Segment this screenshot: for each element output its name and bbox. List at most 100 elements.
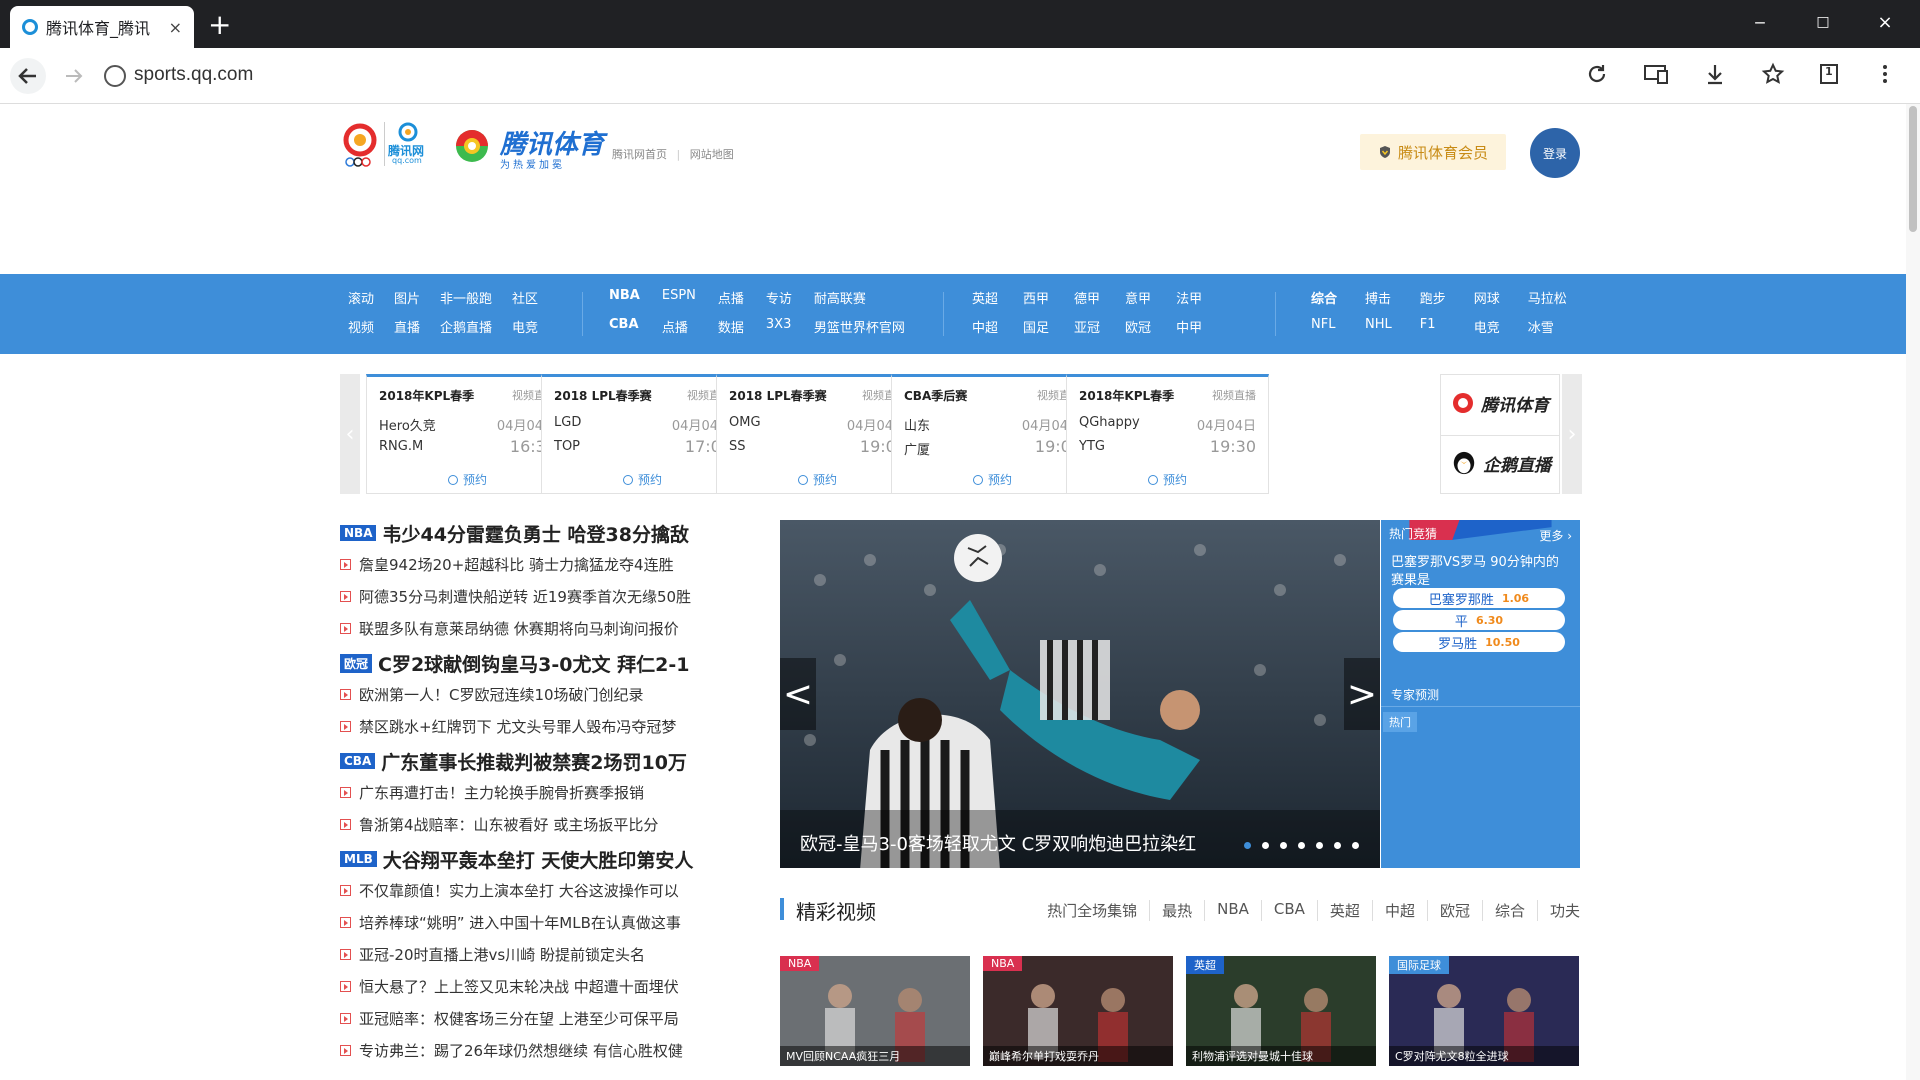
minimize-button[interactable]: ‒: [1745, 12, 1775, 33]
video-thumbnail[interactable]: 国际足球 C罗对阵尤文8粒全进球: [1389, 956, 1579, 1066]
video-tab[interactable]: 欧冠: [1428, 900, 1483, 921]
focus-prev-button[interactable]: <: [780, 658, 816, 730]
nav-link[interactable]: 点播: [718, 288, 744, 307]
carousel-dot[interactable]: [1316, 842, 1323, 849]
news-link[interactable]: 阿德35分马刺遭快船逆转 近19赛季首次无缘50胜: [340, 580, 720, 612]
reserve-button[interactable]: 预约: [367, 471, 568, 488]
carousel-dot[interactable]: [1298, 842, 1305, 849]
news-link[interactable]: 专访弗兰：踢了26年球仍然想继续 有信心胜权健: [340, 1034, 720, 1066]
schedule-next-button[interactable]: ›: [1562, 374, 1582, 494]
carousel-dot[interactable]: [1334, 842, 1341, 849]
match-card[interactable]: 2018年KPL春季 视频直播 QGhappy YTG 04月04日 19:30…: [1066, 374, 1269, 494]
expert-prediction-link[interactable]: 专家预测: [1391, 686, 1439, 703]
nav-link[interactable]: 英超: [972, 288, 998, 307]
forward-button[interactable]: [56, 58, 92, 94]
nav-link[interactable]: F1: [1420, 317, 1446, 336]
news-link[interactable]: 广东再遭打击！主力轮换手腕骨折赛季报销: [340, 776, 720, 808]
close-window-button[interactable]: ×: [1870, 12, 1900, 33]
hot-tab[interactable]: 热门: [1383, 712, 1417, 732]
carousel-dot[interactable]: [1280, 842, 1287, 849]
reserve-button[interactable]: 预约: [542, 471, 743, 488]
bet-option[interactable]: 平 6.30: [1393, 610, 1565, 630]
reserve-button[interactable]: 预约: [717, 471, 918, 488]
carousel-dot[interactable]: [1352, 842, 1359, 849]
penguin-live-link[interactable]: 企鹅直播: [1451, 443, 1551, 483]
nav-link[interactable]: 跑步: [1420, 288, 1446, 307]
reserve-button[interactable]: 预约: [892, 471, 1093, 488]
news-link[interactable]: 禁区跳水+红牌罚下 尤文头号罪人毁布冯夺冠梦: [340, 710, 720, 742]
nav-link[interactable]: 社区: [512, 288, 538, 307]
nav-link[interactable]: 德甲: [1074, 288, 1100, 307]
nav-link[interactable]: 滚动: [348, 288, 374, 307]
tab-count-icon[interactable]: 1: [1814, 62, 1844, 92]
nav-link[interactable]: 点播: [662, 317, 696, 336]
nav-link[interactable]: 电竞: [1474, 317, 1500, 336]
nav-link[interactable]: 企鹅直播: [440, 317, 492, 336]
link-sitemap[interactable]: 网站地图: [690, 148, 734, 161]
video-thumbnail[interactable]: 英超 利物浦评选对曼城十佳球: [1186, 956, 1376, 1066]
browser-tab[interactable]: 腾讯体育_腾讯 ×: [10, 6, 194, 48]
qq-logo[interactable]: 腾讯网 qq.com: [340, 122, 426, 167]
nav-link[interactable]: CBA: [609, 317, 640, 336]
tencent-sports-logo-icon[interactable]: [452, 124, 492, 168]
video-tab[interactable]: 综合: [1483, 900, 1538, 921]
news-link[interactable]: 欧洲第一人！C罗欧冠连续10场破门创纪录: [340, 678, 720, 710]
reload-icon[interactable]: [1582, 62, 1612, 92]
reserve-button[interactable]: 预约: [1067, 471, 1268, 488]
video-tab[interactable]: 功夫: [1538, 900, 1580, 921]
maximize-button[interactable]: □: [1808, 14, 1838, 30]
news-link[interactable]: 詹皇942场20+超越科比 骑士力擒猛龙夺4连胜: [340, 548, 720, 580]
focus-carousel[interactable]: < > 欧冠-皇马3-0客场轻取尤文 C罗双响炮迪巴拉染红: [780, 520, 1380, 868]
back-button[interactable]: [10, 58, 46, 94]
news-link[interactable]: 联盟多队有意莱昂纳德 休赛期将向马刺询问报价: [340, 612, 720, 644]
news-link[interactable]: 不仅靠颜值！实力上演本垒打 大谷这波操作可以: [340, 874, 720, 906]
scrollbar-thumb[interactable]: [1909, 106, 1917, 232]
news-link[interactable]: 鲁浙第4战赔率：山东被看好 或主场扳平比分: [340, 808, 720, 840]
schedule-prev-button[interactable]: ‹: [340, 374, 360, 494]
nav-link[interactable]: 法甲: [1176, 288, 1202, 307]
video-thumbnail[interactable]: NBA 巅峰希尔单打戏耍乔丹: [983, 956, 1173, 1066]
nav-link[interactable]: 3X3: [766, 317, 792, 336]
page-scrollbar[interactable]: [1906, 104, 1920, 1080]
nav-link[interactable]: 直播: [394, 317, 420, 336]
nav-link[interactable]: 冰雪: [1528, 317, 1567, 336]
new-tab-button[interactable]: +: [208, 8, 231, 41]
headline-title[interactable]: CBA 广东董事长推裁判被禁赛2场罚10万: [340, 746, 720, 776]
member-button[interactable]: 腾讯体育会员: [1360, 134, 1506, 170]
video-thumbnail[interactable]: NBA MV回顾NCAA疯狂三月: [780, 956, 970, 1066]
match-card[interactable]: CBA季后赛 视频直播 山东 广厦 04月04日 19:00 预约: [891, 374, 1094, 494]
nav-link[interactable]: 马拉松: [1528, 288, 1567, 307]
nav-link[interactable]: 国足: [1023, 317, 1049, 336]
nav-link[interactable]: NFL: [1311, 317, 1337, 336]
headline-title[interactable]: 欧冠 C罗2球献倒钩皇马3-0尤文 拜仁2-1: [340, 648, 720, 678]
nav-link[interactable]: 图片: [394, 288, 420, 307]
tab-close-icon[interactable]: ×: [169, 18, 182, 37]
video-tab[interactable]: 热门全场集锦: [1035, 900, 1151, 921]
video-tab[interactable]: 英超: [1318, 900, 1373, 921]
carousel-dot[interactable]: [1244, 842, 1251, 849]
nav-link[interactable]: 网球: [1474, 288, 1500, 307]
nav-link[interactable]: 搏击: [1365, 288, 1392, 307]
login-button[interactable]: 登录: [1530, 128, 1580, 178]
address-bar[interactable]: sports.qq.com: [134, 64, 253, 86]
video-tab[interactable]: CBA: [1262, 900, 1318, 921]
nav-link[interactable]: 综合: [1311, 288, 1337, 307]
news-link[interactable]: 恒大悬了？上上签又见末轮决战 中超遭十面埋伏: [340, 970, 720, 1002]
video-tab[interactable]: NBA: [1205, 900, 1262, 921]
video-tab[interactable]: 最热: [1150, 900, 1206, 921]
nav-link[interactable]: 欧冠: [1125, 317, 1151, 336]
nav-link[interactable]: 耐高联赛: [814, 288, 905, 307]
nav-link[interactable]: NHL: [1365, 317, 1392, 336]
video-tab[interactable]: 中超: [1373, 900, 1428, 921]
match-card[interactable]: 2018 LPL春季赛 视频直播 LGD TOP 04月04日 17:00 预约: [541, 374, 744, 494]
bet-option[interactable]: 罗马胜 10.50: [1393, 632, 1565, 652]
menu-icon[interactable]: [1870, 62, 1900, 92]
nav-link[interactable]: 非一般跑: [440, 288, 492, 307]
match-card[interactable]: 2018年KPL春季 视频直播 Hero久竞 RNG.M 04月04日 16:3…: [366, 374, 569, 494]
download-icon[interactable]: [1700, 62, 1730, 92]
bet-option[interactable]: 巴塞罗那胜 1.06: [1393, 588, 1565, 608]
nav-link[interactable]: 男篮世界杯官网: [814, 317, 905, 336]
nav-link[interactable]: 亚冠: [1074, 317, 1100, 336]
nav-link[interactable]: NBA: [609, 288, 640, 307]
focus-caption[interactable]: 欧冠-皇马3-0客场轻取尤文 C罗双响炮迪巴拉染红: [800, 830, 1196, 856]
